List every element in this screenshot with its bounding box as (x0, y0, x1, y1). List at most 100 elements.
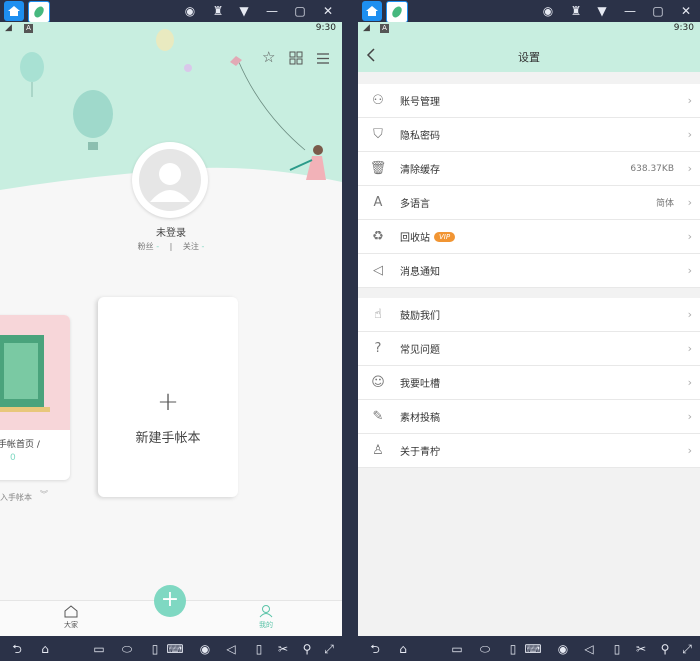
settings-row[interactable]: ☝ 鼓励我们 › (358, 298, 700, 332)
account-icon-right[interactable]: ◉ (540, 4, 556, 18)
settings-row[interactable]: 🗑 清除缓存 638.37KB › (358, 152, 700, 186)
plus-icon: + (157, 387, 179, 417)
add-button[interactable]: + (154, 585, 186, 617)
chevron-down-icon: ︾ (40, 490, 48, 499)
home-app-icon-right[interactable] (362, 1, 382, 21)
home-icon[interactable]: ⌂ (36, 642, 54, 656)
toggle-icon-right[interactable]: ⬭ (476, 642, 494, 656)
scissors-icon-right[interactable]: ✂ (632, 642, 650, 656)
settings-row-label: 账号管理 (400, 97, 440, 108)
settings-row[interactable]: A 多语言 简体 › (358, 186, 700, 220)
home-icon-right[interactable]: ⌂ (394, 642, 412, 656)
account-icon[interactable]: ◉ (182, 4, 198, 18)
expand-icon[interactable]: ⤢ (320, 642, 338, 656)
person-icon (259, 605, 273, 618)
close-icon[interactable]: ✕ (320, 4, 336, 18)
keyboard-icon-right[interactable]: ⌨ (524, 642, 542, 656)
chevron-right-icon: › (687, 342, 692, 355)
recents-icon[interactable]: ▭ (90, 642, 108, 656)
home-app-icon[interactable] (4, 1, 24, 21)
person-icon: ♙ (372, 443, 384, 458)
settings-header: ◢ A 9:30 设置 (358, 22, 700, 72)
nav-me-label: 我的 (259, 621, 273, 629)
default-avatar-icon (139, 149, 201, 211)
leaf-app-icon-right[interactable] (386, 1, 408, 23)
bottom-nav: 大家 + 我的 (0, 585, 342, 636)
window-top-bar: ◉ ♜ ▼ — ▢ ✕ ◉ ♜ ▼ — ▢ ✕ (0, 0, 700, 23)
notebook-card[interactable]: 手帐首页 / 0 (0, 315, 70, 480)
settings-row-value: 简体 (655, 199, 674, 209)
nav-home[interactable]: 大家 (55, 603, 87, 630)
recycle-bin-icon: ♻ (372, 229, 384, 244)
settings-row-label: 消息通知 (400, 267, 440, 278)
close-icon-right[interactable]: ✕ (678, 4, 694, 18)
phone-icon-right[interactable]: ▯ (504, 642, 522, 656)
settings-row-label: 素材投稿 (400, 413, 440, 424)
follow-label[interactable]: 关注 (183, 242, 199, 251)
settings-row[interactable]: ✎ 素材投稿 › (358, 400, 700, 434)
profile-screen: ◢ A 9:30 ☆ 未登录 粉丝 - | 关注 - 手帐首页 / 0 入手帐本… (0, 22, 342, 636)
settings-row[interactable]: ⚇ 账号管理 › (358, 84, 700, 118)
avatar[interactable] (132, 142, 208, 218)
favorite-icon[interactable]: ☆ (262, 48, 275, 66)
recents-icon-right[interactable]: ▭ (448, 642, 466, 656)
maximize-icon[interactable]: ▢ (292, 4, 308, 18)
fans-label[interactable]: 粉丝 (138, 242, 154, 251)
volume-icon-right[interactable]: ◁ (580, 642, 598, 656)
username[interactable]: 未登录 (0, 224, 342, 239)
maximize-icon-right[interactable]: ▢ (650, 4, 666, 18)
chevron-right-icon: › (687, 308, 692, 321)
settings-row[interactable]: ? 常见问题 › (358, 332, 700, 366)
scissors-icon[interactable]: ✂ (274, 642, 292, 656)
minimize-icon-right[interactable]: — (622, 4, 638, 18)
settings-row[interactable]: ☺ 我要吐槽 › (358, 366, 700, 400)
a-badge-icon: A (380, 24, 389, 33)
keyboard-icon[interactable]: ⌨ (166, 642, 184, 656)
stats-separator: | (169, 242, 173, 251)
shirt-icon[interactable]: ♜ (210, 4, 226, 18)
settings-screen: ◢ A 9:30 设置 ⚇ 账号管理 › ⛉ 隐私密码 › 🗑 清除缓存 638.37KB › A 多… (358, 22, 700, 636)
notebook-count: 0 (10, 453, 16, 463)
eye-icon-right[interactable]: ◉ (554, 642, 572, 656)
expand-icon-right[interactable]: ⤢ (678, 642, 696, 656)
back-icon-right[interactable]: ⮌ (366, 642, 384, 656)
location-icon[interactable]: ⚲ (298, 642, 316, 656)
settings-row-label: 回收站 (400, 233, 430, 244)
settings-row[interactable]: ◁ 消息通知 › (358, 254, 700, 288)
notebook-caption: 入手帐本 (0, 493, 32, 502)
phone-icon[interactable]: ▯ (146, 642, 164, 656)
screen-icon[interactable]: ▯ (250, 642, 268, 656)
menu-icon[interactable] (316, 50, 330, 69)
settings-row-label: 清除缓存 (400, 165, 440, 176)
screen-icon-right[interactable]: ▯ (608, 642, 626, 656)
volume-icon[interactable]: ◁ (222, 642, 240, 656)
location-icon-right[interactable]: ⚲ (656, 642, 674, 656)
eye-icon[interactable]: ◉ (196, 642, 214, 656)
status-time: 9:30 (673, 23, 694, 33)
shirt-icon-right[interactable]: ♜ (568, 4, 584, 18)
new-notebook-card[interactable]: + 新建手帐本 (98, 297, 238, 497)
toggle-icon[interactable]: ⬭ (118, 642, 136, 656)
nav-me[interactable]: 我的 (250, 603, 282, 630)
settings-row[interactable]: ♙ 关于青柠 › (358, 434, 700, 468)
download-icon[interactable]: ▼ (236, 4, 252, 18)
fans-value: - (156, 242, 160, 251)
chevron-right-icon: › (687, 230, 692, 243)
minimize-icon[interactable]: — (264, 4, 280, 18)
settings-row[interactable]: ♻ 回收站 VIP › (358, 220, 700, 254)
follow-value: - (201, 242, 205, 251)
chevron-right-icon: › (687, 162, 692, 175)
back-icon[interactable]: ⮌ (8, 642, 26, 656)
settings-row-label: 鼓励我们 (400, 311, 440, 322)
download-icon-right[interactable]: ▼ (594, 4, 610, 18)
settings-row-label: 常见问题 (400, 345, 440, 356)
signal-icon: ◢ (5, 23, 12, 33)
notebook-cover (0, 315, 70, 430)
leaf-app-icon[interactable] (28, 1, 50, 23)
grid-icon[interactable] (289, 50, 303, 69)
settings-row-value: 638.37KB (630, 163, 674, 174)
question-icon: ? (374, 341, 382, 356)
chevron-right-icon: › (687, 410, 692, 423)
signal-icon: ◢ (363, 23, 370, 33)
settings-row[interactable]: ⛉ 隐私密码 › (358, 118, 700, 152)
